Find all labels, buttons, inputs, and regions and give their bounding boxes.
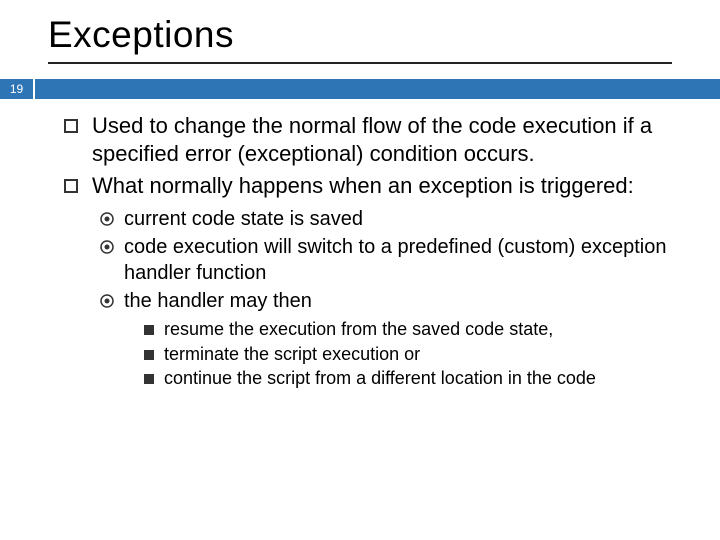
sublist: current code state is saved code executi…: [64, 206, 680, 390]
target-bullet-icon: [100, 240, 114, 254]
blue-bar: [34, 78, 720, 100]
bullet-text: What normally happens when an exception …: [92, 172, 680, 200]
bullet-level3: terminate the script execution or: [144, 343, 680, 366]
bullet-level2: code execution will switch to a predefin…: [100, 234, 680, 286]
subsublist: resume the execution from the saved code…: [100, 318, 680, 390]
bullet-level2: the handler may then: [100, 288, 680, 314]
title-underline: [48, 62, 672, 64]
content-area: Used to change the normal flow of the co…: [0, 100, 720, 391]
filled-square-bullet-icon: [144, 325, 154, 335]
square-bullet-icon: [64, 119, 78, 133]
target-bullet-icon: [100, 212, 114, 226]
target-bullet-icon: [100, 294, 114, 308]
square-bullet-icon: [64, 179, 78, 193]
page-number: 19: [0, 78, 34, 100]
bullet-text: code execution will switch to a predefin…: [124, 234, 680, 286]
filled-square-bullet-icon: [144, 350, 154, 360]
bullet-text: current code state is saved: [124, 206, 680, 232]
filled-square-bullet-icon: [144, 374, 154, 384]
bullet-level2: current code state is saved: [100, 206, 680, 232]
bullet-level3: continue the script from a different loc…: [144, 367, 680, 390]
bullet-level1: Used to change the normal flow of the co…: [64, 112, 680, 168]
bullet-text: the handler may then: [124, 288, 680, 314]
slide-title: Exceptions: [0, 0, 720, 62]
bullet-text: Used to change the normal flow of the co…: [92, 112, 680, 168]
bullet-level3: resume the execution from the saved code…: [144, 318, 680, 341]
bullet-text: resume the execution from the saved code…: [164, 318, 680, 341]
header-bar: 19: [0, 78, 720, 100]
bullet-level1: What normally happens when an exception …: [64, 172, 680, 200]
bullet-text: continue the script from a different loc…: [164, 367, 680, 390]
bullet-text: terminate the script execution or: [164, 343, 680, 366]
